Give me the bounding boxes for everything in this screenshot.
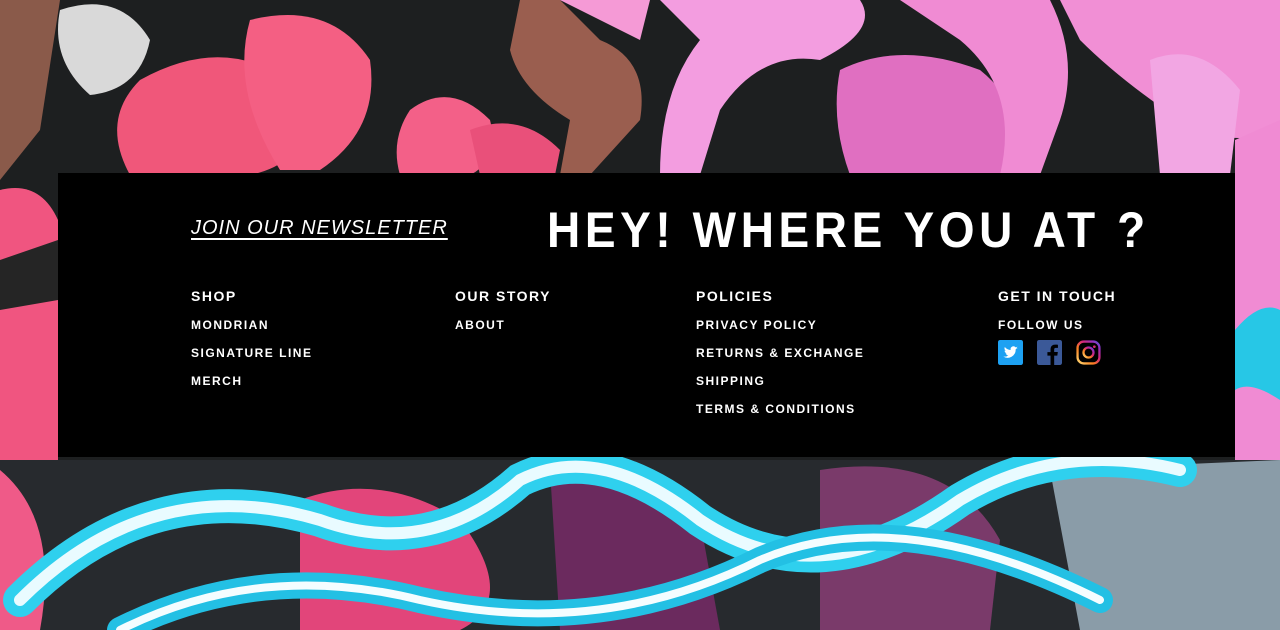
shop-column-title: SHOP bbox=[191, 288, 237, 304]
shop-link-merch[interactable]: MERCH bbox=[191, 374, 312, 402]
policies-column: POLICIES PRIVACY POLICY RETURNS & EXCHAN… bbox=[696, 288, 864, 430]
policies-column-title: POLICIES bbox=[696, 288, 774, 304]
contact-column: GET IN TOUCH FOLLOW US bbox=[998, 288, 1116, 365]
shop-column: SHOP MONDRIAN SIGNATURE LINE MERCH bbox=[191, 288, 312, 402]
facebook-icon[interactable] bbox=[1037, 340, 1062, 365]
social-links bbox=[998, 340, 1116, 365]
shop-link-signature-line[interactable]: SIGNATURE LINE bbox=[191, 346, 312, 374]
policy-link-shipping[interactable]: SHIPPING bbox=[696, 374, 864, 402]
policy-link-privacy[interactable]: PRIVACY POLICY bbox=[696, 318, 864, 346]
headline: HEY! WHERE YOU AT ? bbox=[547, 202, 1150, 258]
shop-link-mondrian[interactable]: MONDRIAN bbox=[191, 318, 312, 346]
policy-link-returns[interactable]: RETURNS & EXCHANGE bbox=[696, 346, 864, 374]
footer-panel: JOIN OUR NEWSLETTER HEY! WHERE YOU AT ? … bbox=[58, 173, 1235, 457]
instagram-icon[interactable] bbox=[1076, 340, 1101, 365]
policy-link-terms[interactable]: TERMS & CONDITIONS bbox=[696, 402, 864, 430]
our-story-column-title: OUR STORY bbox=[455, 288, 551, 304]
story-link-about[interactable]: ABOUT bbox=[455, 318, 551, 346]
contact-column-title: GET IN TOUCH bbox=[998, 288, 1117, 304]
twitter-icon[interactable] bbox=[998, 340, 1023, 365]
our-story-column: OUR STORY ABOUT bbox=[455, 288, 551, 346]
newsletter-link[interactable]: JOIN OUR NEWSLETTER bbox=[191, 217, 448, 240]
